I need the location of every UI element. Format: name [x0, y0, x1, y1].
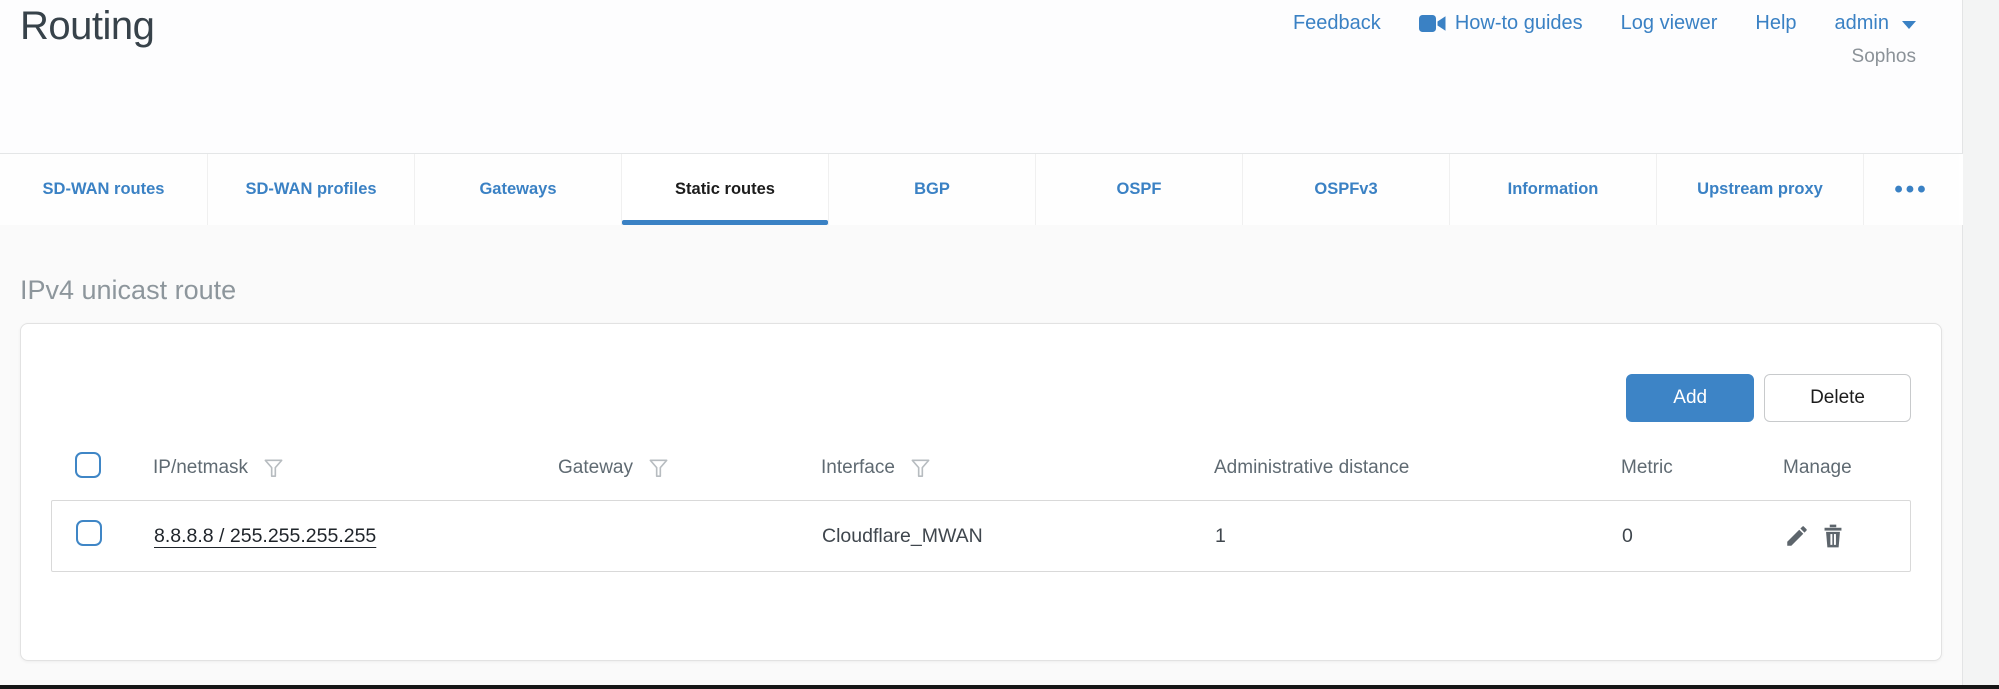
route-ip-link[interactable]: 8.8.8.8 / 255.255.255.255	[154, 525, 376, 547]
tab-ospf[interactable]: OSPF	[1035, 154, 1242, 225]
tab-sd-wan-profiles[interactable]: SD-WAN profiles	[207, 154, 414, 225]
delete-button[interactable]: Delete	[1764, 374, 1911, 422]
admin-menu[interactable]: admin	[1835, 12, 1916, 35]
add-button[interactable]: Add	[1626, 374, 1754, 422]
table-header-row: IP/netmask Gateway Interface	[51, 440, 1911, 496]
howto-guides-label: How-to guides	[1455, 12, 1583, 35]
column-metric: Metric	[1621, 457, 1673, 479]
help-label: Help	[1755, 12, 1796, 35]
select-all-checkbox[interactable]	[75, 452, 101, 478]
column-admin-distance: Administrative distance	[1214, 457, 1409, 479]
manage-cell	[1784, 523, 1886, 549]
filter-icon[interactable]	[647, 457, 670, 480]
column-manage: Manage	[1783, 457, 1852, 479]
edit-pencil-icon[interactable]	[1784, 523, 1810, 549]
log-viewer-label: Log viewer	[1621, 12, 1718, 35]
tabs-overflow-button[interactable]: •••	[1863, 154, 1959, 225]
section-title: IPv4 unicast route	[20, 225, 1942, 306]
route-metric-cell: 0	[1622, 525, 1784, 548]
table-row: 8.8.8.8 / 255.255.255.255 Cloudflare_MWA…	[51, 500, 1911, 572]
video-camera-icon	[1419, 14, 1446, 33]
filter-icon[interactable]	[262, 457, 285, 480]
table-toolbar: Add Delete	[51, 374, 1911, 422]
route-interface-cell: Cloudflare_MWAN	[822, 525, 1215, 548]
tab-static-routes[interactable]: Static routes	[621, 154, 828, 225]
feedback-label: Feedback	[1293, 12, 1381, 35]
routing-tabbar: SD-WAN routes SD-WAN profiles Gateways S…	[0, 153, 1963, 225]
route-admin-distance-cell: 1	[1215, 525, 1622, 548]
howto-guides-link[interactable]: How-to guides	[1419, 12, 1583, 35]
log-viewer-link[interactable]: Log viewer	[1621, 12, 1718, 35]
static-routes-card: Add Delete IP/netmask Gateway	[20, 323, 1942, 661]
app-window: Routing Feedback How-to guides Log viewe…	[0, 0, 1963, 686]
screen-bottom-edge	[0, 685, 1999, 689]
top-navigation: Feedback How-to guides Log viewer Help a…	[1293, 12, 1916, 35]
column-ip-netmask: IP/netmask	[153, 457, 248, 479]
page-header: Routing Feedback How-to guides Log viewe…	[0, 0, 1962, 153]
filter-icon[interactable]	[909, 457, 932, 480]
feedback-link[interactable]: Feedback	[1293, 12, 1381, 35]
content-area: IPv4 unicast route Add Delete IP/netmask	[0, 225, 1962, 686]
tab-bgp[interactable]: BGP	[828, 154, 1035, 225]
tab-ospfv3[interactable]: OSPFv3	[1242, 154, 1449, 225]
tab-information[interactable]: Information	[1449, 154, 1656, 225]
trash-icon[interactable]	[1820, 523, 1846, 549]
chevron-down-icon	[1902, 21, 1916, 29]
column-gateway: Gateway	[558, 457, 633, 479]
tab-gateways[interactable]: Gateways	[414, 154, 621, 225]
tab-upstream-proxy[interactable]: Upstream proxy	[1656, 154, 1863, 225]
brand-label: Sophos	[1852, 46, 1916, 68]
admin-menu-label: admin	[1835, 12, 1889, 35]
tab-sd-wan-routes[interactable]: SD-WAN routes	[0, 154, 207, 225]
page-title: Routing	[20, 4, 154, 49]
help-link[interactable]: Help	[1755, 12, 1796, 35]
row-checkbox[interactable]	[76, 520, 102, 546]
column-interface: Interface	[821, 457, 895, 479]
